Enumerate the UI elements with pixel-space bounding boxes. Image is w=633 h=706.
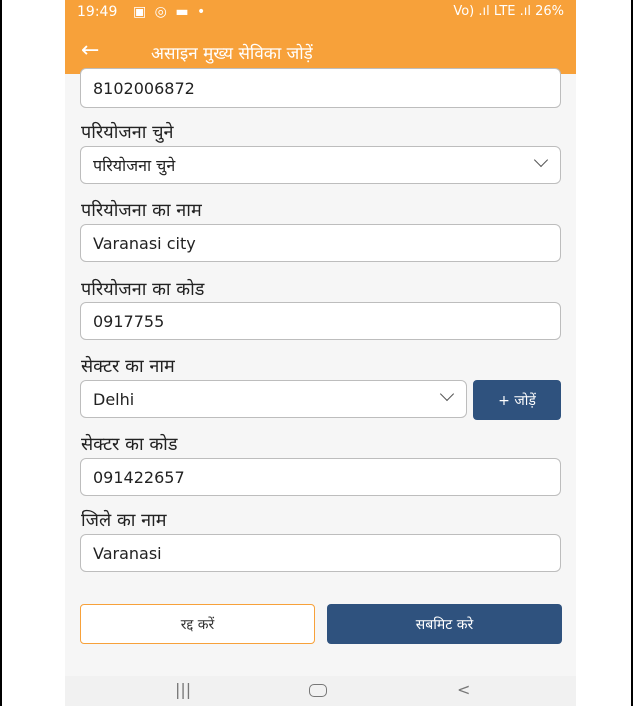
submit-button[interactable]: सबमिट करे: [327, 604, 562, 644]
district-name-field[interactable]: Varanasi: [80, 534, 561, 572]
sector-name-value: Delhi: [93, 389, 135, 409]
mobile-number-field[interactable]: 8102006872: [80, 68, 561, 108]
sector-name-label: सेक्टर का नाम: [81, 356, 175, 377]
chevron-down-icon: [439, 386, 455, 402]
sector-code-label: सेक्टर का कोड: [81, 434, 178, 455]
recents-icon[interactable]: |||: [175, 680, 191, 699]
project-select-value: परियोजना चुने: [93, 156, 176, 175]
add-sector-button[interactable]: + जोड़ें: [473, 380, 561, 420]
project-code-field[interactable]: 0917755: [80, 302, 561, 340]
system-nav-bar: ||| <: [65, 676, 576, 706]
status-time: 19:49: [77, 4, 118, 20]
sector-code-value: 091422657: [93, 467, 185, 487]
sector-name-dropdown[interactable]: Delhi: [80, 380, 467, 418]
sector-code-field[interactable]: 091422657: [80, 458, 561, 496]
district-name-value: Varanasi: [93, 543, 162, 563]
status-bar: 19:49 ▣ ◎ ▬ • Vo) .ıl LTE .ıl 26%: [65, 0, 576, 30]
back-arrow-icon[interactable]: ←: [81, 38, 99, 63]
project-select-dropdown[interactable]: परियोजना चुने: [80, 146, 561, 184]
cancel-button[interactable]: रद्द करें: [80, 604, 315, 644]
project-name-value: Varanasi city: [93, 233, 196, 253]
district-name-label: जिले का नाम: [81, 510, 167, 531]
signal-battery-status: Vo) .ıl LTE .ıl 26%: [453, 4, 564, 19]
project-select-label: परियोजना चुने: [81, 122, 174, 143]
notification-icons: ▣ ◎ ▬ •: [133, 4, 208, 20]
project-name-label: परियोजना का नाम: [81, 200, 202, 221]
mobile-number-value: 8102006872: [93, 78, 195, 98]
nav-back-icon[interactable]: <: [457, 680, 470, 699]
chevron-down-icon: [533, 152, 549, 168]
phone-screen: 19:49 ▣ ◎ ▬ • Vo) .ıl LTE .ıl 26% ← असाइ…: [65, 0, 576, 706]
form-content: 8102006872 परियोजना चुने परियोजना चुने प…: [65, 68, 576, 676]
page-title: असाइन मुख्य सेविका जोड़ें: [151, 44, 313, 64]
project-code-value: 0917755: [93, 311, 165, 331]
project-code-label: परियोजना का कोड: [81, 279, 205, 300]
home-icon[interactable]: [309, 684, 327, 697]
project-name-field[interactable]: Varanasi city: [80, 224, 561, 262]
